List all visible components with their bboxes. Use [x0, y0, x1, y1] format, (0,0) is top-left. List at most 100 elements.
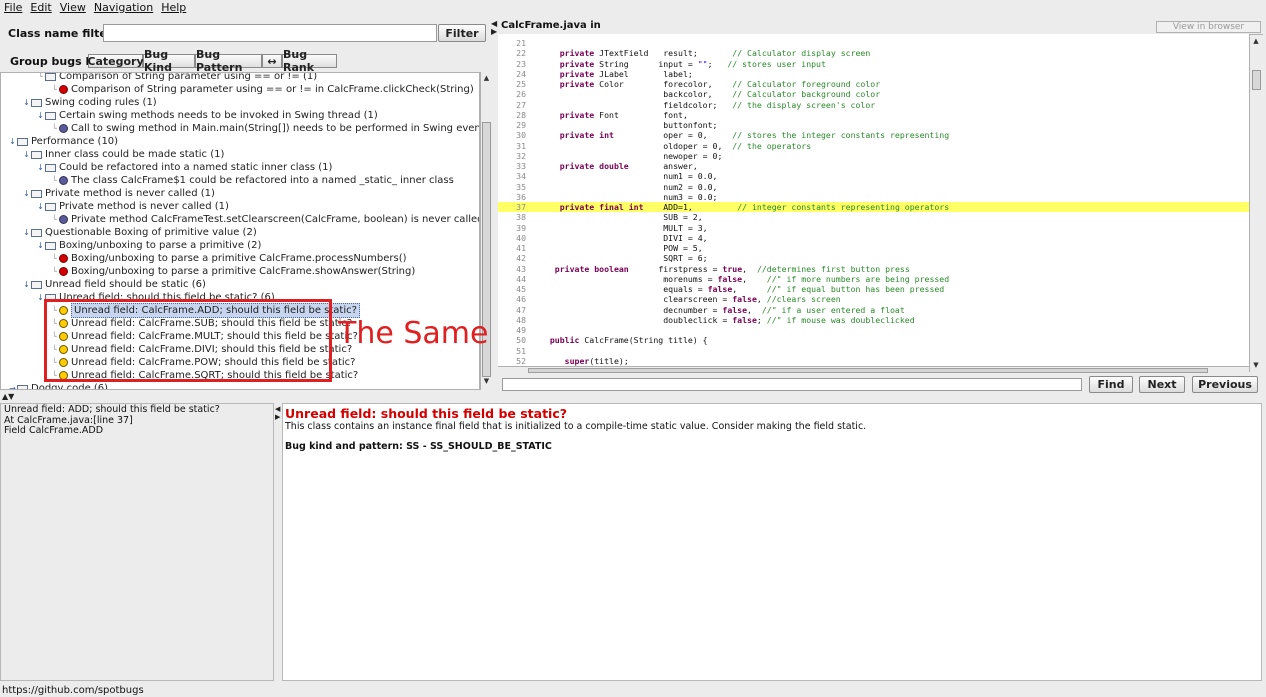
scroll-up-arrow-icon[interactable]: ▲: [482, 74, 491, 82]
tree-category-node[interactable]: → Dodgy code (6): [8, 382, 109, 390]
blue-bug-rank-icon: [59, 124, 68, 133]
filter-button[interactable]: Filter: [438, 24, 486, 42]
source-scrollbar[interactable]: ▲ ▼: [1249, 35, 1262, 372]
swap-order-button[interactable]: ↔: [262, 54, 282, 68]
tree-bug-item[interactable]: └ Boxing/unboxing to parse a primitive Ca…: [50, 265, 415, 278]
code-token: SUB = 2,: [540, 212, 703, 223]
vertical-splitter-arrows-icon[interactable]: ◀ ▶: [491, 20, 497, 36]
code-token: super: [564, 355, 590, 366]
source-scroll-down-icon[interactable]: ▼: [1251, 361, 1261, 369]
expanded-toggle-icon[interactable]: ↓: [22, 96, 31, 109]
expanded-toggle-icon[interactable]: ↓: [22, 278, 31, 291]
tree-bug-item[interactable]: └ Boxing/unboxing to parse a primitive Ca…: [50, 252, 406, 265]
tree-category-node[interactable]: ↓ Questionable Boxing of primitive value …: [22, 226, 257, 239]
source-scroll-up-icon[interactable]: ▲: [1251, 37, 1261, 45]
code-line: 36 num3 = 0.0;: [498, 192, 1249, 202]
line-number: 41: [516, 243, 526, 253]
line-number: 25: [516, 79, 526, 89]
code-line: 45 equals = false, //" if equal button h…: [498, 284, 1249, 294]
folder-icon: [31, 98, 42, 107]
next-button[interactable]: Next: [1139, 376, 1185, 393]
tree-bug-item[interactable]: └ Private method CalcFrameTest.setClearsc…: [50, 213, 479, 226]
tree-category-node[interactable]: ↓ Inner class could be made static (1): [22, 148, 224, 161]
menu-file[interactable]: File: [4, 1, 22, 14]
tree-bug-item[interactable]: └ The class CalcFrame$1 could be refactor…: [50, 174, 454, 187]
code-token: private: [559, 79, 595, 89]
summary-line: Unread field: ADD; should this field be …: [4, 404, 220, 415]
source-hscroll-thumb[interactable]: [528, 368, 1208, 373]
line-number: 22: [516, 48, 526, 59]
code-token: ,: [742, 273, 767, 284]
expanded-toggle-icon[interactable]: ↓: [8, 135, 17, 148]
tree-item-label: Dodgy code (6): [31, 383, 109, 390]
tree-category-node[interactable]: ↓ Could be refactored into a named static…: [36, 161, 332, 174]
tree-category-node[interactable]: ↓ Performance (10): [8, 135, 118, 148]
tree-item-label: Certain swing methods needs to be invoke…: [59, 110, 378, 121]
splitter-arrows-icon[interactable]: ▲▼: [2, 392, 14, 401]
folder-icon: [45, 111, 56, 120]
tree-category-node[interactable]: ↓ Swing coding rules (1): [22, 96, 157, 109]
tree-category-node[interactable]: ↓ Private method is never called (1): [22, 187, 215, 200]
expanded-toggle-icon[interactable]: ↓: [36, 161, 45, 174]
menu-view[interactable]: View: [60, 1, 86, 14]
code-token: num1 = 0.0,: [540, 171, 718, 182]
tree-category-node[interactable]: ↓ Certain swing methods needs to be invok…: [36, 109, 378, 122]
summary-line: Field CalcFrame.ADD: [4, 425, 104, 436]
code-line: 30 private int oper = 0, // stores the i…: [498, 130, 1249, 140]
annotation-highlight-box: [44, 299, 332, 382]
group-category-button[interactable]: Category: [87, 54, 144, 68]
code-line: 29 buttonfont;: [498, 120, 1249, 130]
class-name-filter-input[interactable]: [103, 24, 437, 42]
find-button[interactable]: Find: [1089, 376, 1133, 393]
tree-bug-item[interactable]: └ Comparison of String parameter using ==…: [50, 83, 474, 96]
expanded-toggle-icon[interactable]: ↓: [22, 187, 31, 200]
tree-item-label: Swing coding rules (1): [45, 97, 157, 108]
group-bug-kind-button[interactable]: Bug Kind: [143, 48, 195, 74]
line-number: 42: [516, 253, 526, 264]
tree-bug-item[interactable]: └ Call to swing method in Main.main(Strin…: [50, 122, 479, 135]
expanded-toggle-icon[interactable]: ↓: [36, 109, 45, 122]
code-token: JTextField result;: [594, 48, 733, 59]
code-line: 44 morenums = false, //" if more numbers…: [498, 274, 1249, 284]
status-text: https://github.com/spotbugs: [2, 685, 144, 696]
menu-navigation[interactable]: Navigation: [94, 1, 153, 14]
tree-item-label: Comparison of String parameter using == …: [59, 72, 318, 82]
horizontal-splitter-arrows-icon[interactable]: ◀ ▶: [275, 405, 280, 421]
code-token: POW = 5,: [540, 243, 703, 253]
source-scroll-thumb[interactable]: [1252, 70, 1261, 90]
expanded-toggle-icon[interactable]: ↓: [22, 226, 31, 239]
code-token: MULT = 3,: [540, 222, 708, 233]
code-token: DIVI = 4,: [540, 232, 708, 243]
menu-help[interactable]: Help: [161, 1, 186, 14]
expanded-toggle-icon[interactable]: ↓: [36, 239, 45, 252]
bug-details-panel: Unread field: should this field be stati…: [282, 403, 1262, 681]
collapsed-toggle-icon[interactable]: →: [8, 382, 17, 389]
previous-button[interactable]: Previous: [1192, 376, 1258, 393]
source-code-view[interactable]: 21 22 private JTextField result; // Calcu…: [498, 34, 1249, 372]
expanded-toggle-icon[interactable]: ↓: [22, 148, 31, 161]
tree-category-node[interactable]: ↓ Unread field should be static (6): [22, 278, 206, 291]
expanded-toggle-icon[interactable]: ↓: [36, 200, 45, 213]
group-bug-pattern-button[interactable]: Bug Pattern: [195, 48, 262, 74]
tree-item-label: Inner class could be made static (1): [45, 149, 225, 160]
scroll-down-arrow-icon[interactable]: ▼: [482, 377, 491, 385]
tree-category-node[interactable]: ↓ Boxing/unboxing to parse a primitive (2…: [36, 239, 261, 252]
code-line: 33 private double answer,: [498, 161, 1249, 171]
code-line: 37 private final int ADD=1, // integer c…: [498, 202, 1249, 212]
code-line: 32 newoper = 0;: [498, 151, 1249, 161]
group-bug-rank-button[interactable]: Bug Rank: [282, 48, 337, 74]
tree-category-node[interactable]: ↓ Private method is never called (1): [36, 200, 229, 213]
code-line: 26 backcolor, // Calculator background c…: [498, 89, 1249, 99]
menu-edit[interactable]: Edit: [30, 1, 51, 14]
tree-category-node[interactable]: └ Comparison of String parameter using ==…: [36, 72, 318, 83]
code-token: "": [697, 58, 708, 69]
find-input[interactable]: [502, 378, 1082, 391]
tree-line-icon: └: [52, 215, 57, 224]
code-line: 27 fieldcolor; // the display screen's c…: [498, 100, 1249, 110]
source-hscrollbar[interactable]: [498, 366, 1249, 374]
code-line: 38 SUB = 2,: [498, 212, 1249, 222]
view-in-browser-button[interactable]: View in browser: [1156, 21, 1261, 33]
